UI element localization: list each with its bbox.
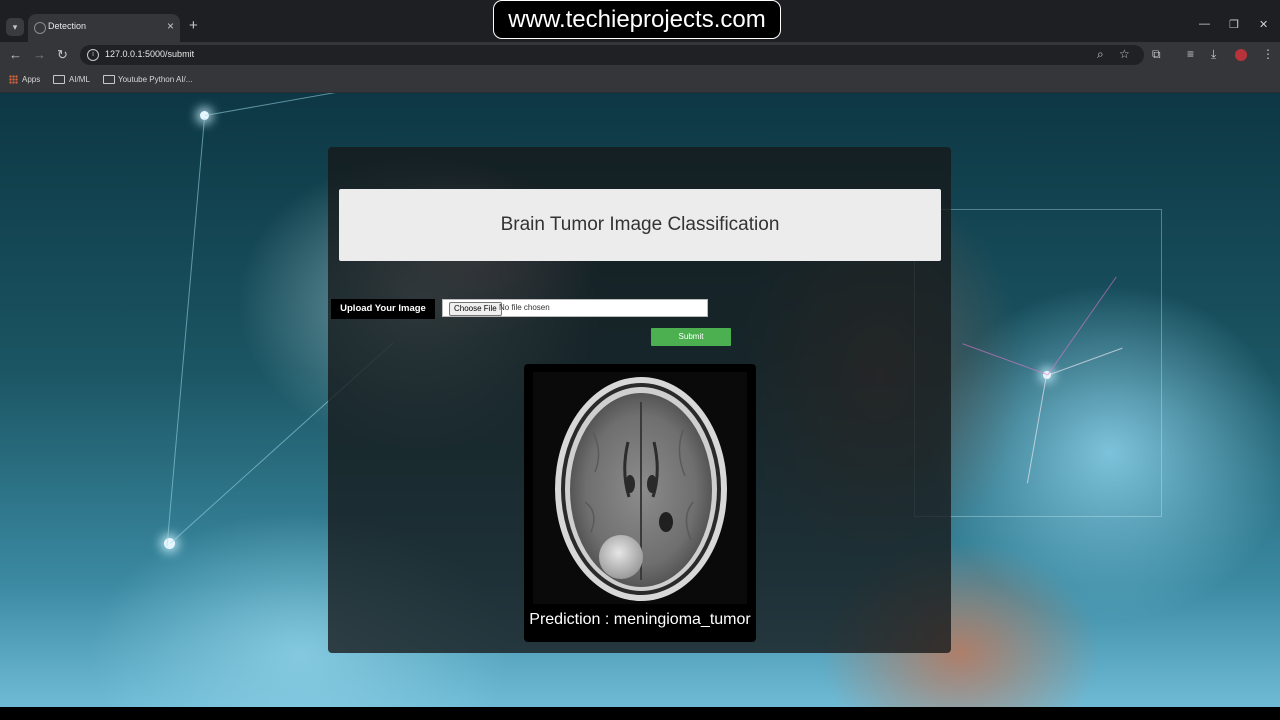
reload-icon[interactable]: ↻ bbox=[57, 47, 68, 63]
tab-search-icon[interactable]: ▾ bbox=[6, 18, 24, 36]
tab-title: Detection bbox=[48, 21, 87, 31]
apps-grid-icon bbox=[9, 75, 18, 84]
bookmarks-bar: Apps AI/ML Youtube Python AI/... bbox=[0, 68, 1280, 93]
window-close-icon[interactable]: ✕ bbox=[1259, 18, 1268, 31]
upload-label: Upload Your Image bbox=[331, 299, 435, 319]
mri-scan-image bbox=[533, 372, 747, 604]
browser-tab-bar: ▾ Detection × + www.techieprojects.com —… bbox=[0, 0, 1280, 42]
extensions-icon[interactable]: ⧉ bbox=[1152, 47, 1161, 62]
globe-icon bbox=[34, 22, 46, 34]
network-line bbox=[166, 117, 205, 547]
bookmark-apps[interactable]: Apps bbox=[22, 75, 40, 84]
bookmark-ai-ml[interactable]: AI/ML bbox=[69, 75, 90, 84]
prediction-text: Prediction : meningioma_tumor bbox=[529, 611, 751, 628]
submit-button[interactable]: Submit bbox=[651, 328, 731, 346]
folder-icon bbox=[53, 75, 65, 84]
no-file-text: No file chosen bbox=[499, 303, 550, 312]
kebab-menu-icon[interactable]: ⋮ bbox=[1262, 47, 1274, 61]
network-line bbox=[205, 93, 462, 116]
site-info-icon[interactable]: i bbox=[87, 49, 99, 61]
choose-file-button[interactable]: Choose File bbox=[449, 302, 502, 316]
neuron-panel bbox=[914, 209, 1162, 517]
back-arrow-icon[interactable]: ← bbox=[9, 47, 22, 62]
browser-toolbar: ← → ↻ i 127.0.0.1:5000/submit ⌕ ☆ ⧉ ≡ ⤓ … bbox=[0, 42, 1280, 68]
zoom-icon[interactable]: ⌕ bbox=[1097, 47, 1104, 62]
browser-tab[interactable]: Detection × bbox=[28, 14, 180, 42]
folder-icon bbox=[103, 75, 115, 84]
star-bookmark-icon[interactable]: ☆ bbox=[1119, 47, 1130, 61]
watermark-banner: www.techieprojects.com bbox=[493, 0, 781, 39]
forward-arrow-icon[interactable]: → bbox=[33, 47, 46, 62]
title-box: Brain Tumor Image Classification bbox=[339, 189, 941, 261]
new-tab-plus-icon[interactable]: + bbox=[189, 17, 198, 34]
bookmark-youtube-python[interactable]: Youtube Python AI/... bbox=[118, 75, 192, 84]
close-icon[interactable]: × bbox=[167, 19, 174, 33]
taskbar-strip bbox=[0, 707, 1280, 720]
page-title: Brain Tumor Image Classification bbox=[500, 214, 780, 235]
app-card: Brain Tumor Image Classification Upload … bbox=[328, 147, 951, 653]
download-icon[interactable]: ⤓ bbox=[1211, 47, 1216, 62]
minimize-icon[interactable]: — bbox=[1199, 18, 1210, 30]
profile-avatar-icon[interactable] bbox=[1235, 49, 1247, 61]
restore-icon[interactable]: ❐ bbox=[1229, 18, 1239, 31]
file-input[interactable]: Choose File No file chosen bbox=[442, 299, 708, 317]
result-panel: Prediction : meningioma_tumor bbox=[524, 364, 756, 642]
url-text[interactable]: 127.0.0.1:5000/submit bbox=[105, 49, 194, 59]
address-bar[interactable]: i 127.0.0.1:5000/submit ⌕ ☆ bbox=[80, 45, 1144, 65]
reading-list-icon[interactable]: ≡ bbox=[1187, 47, 1194, 61]
